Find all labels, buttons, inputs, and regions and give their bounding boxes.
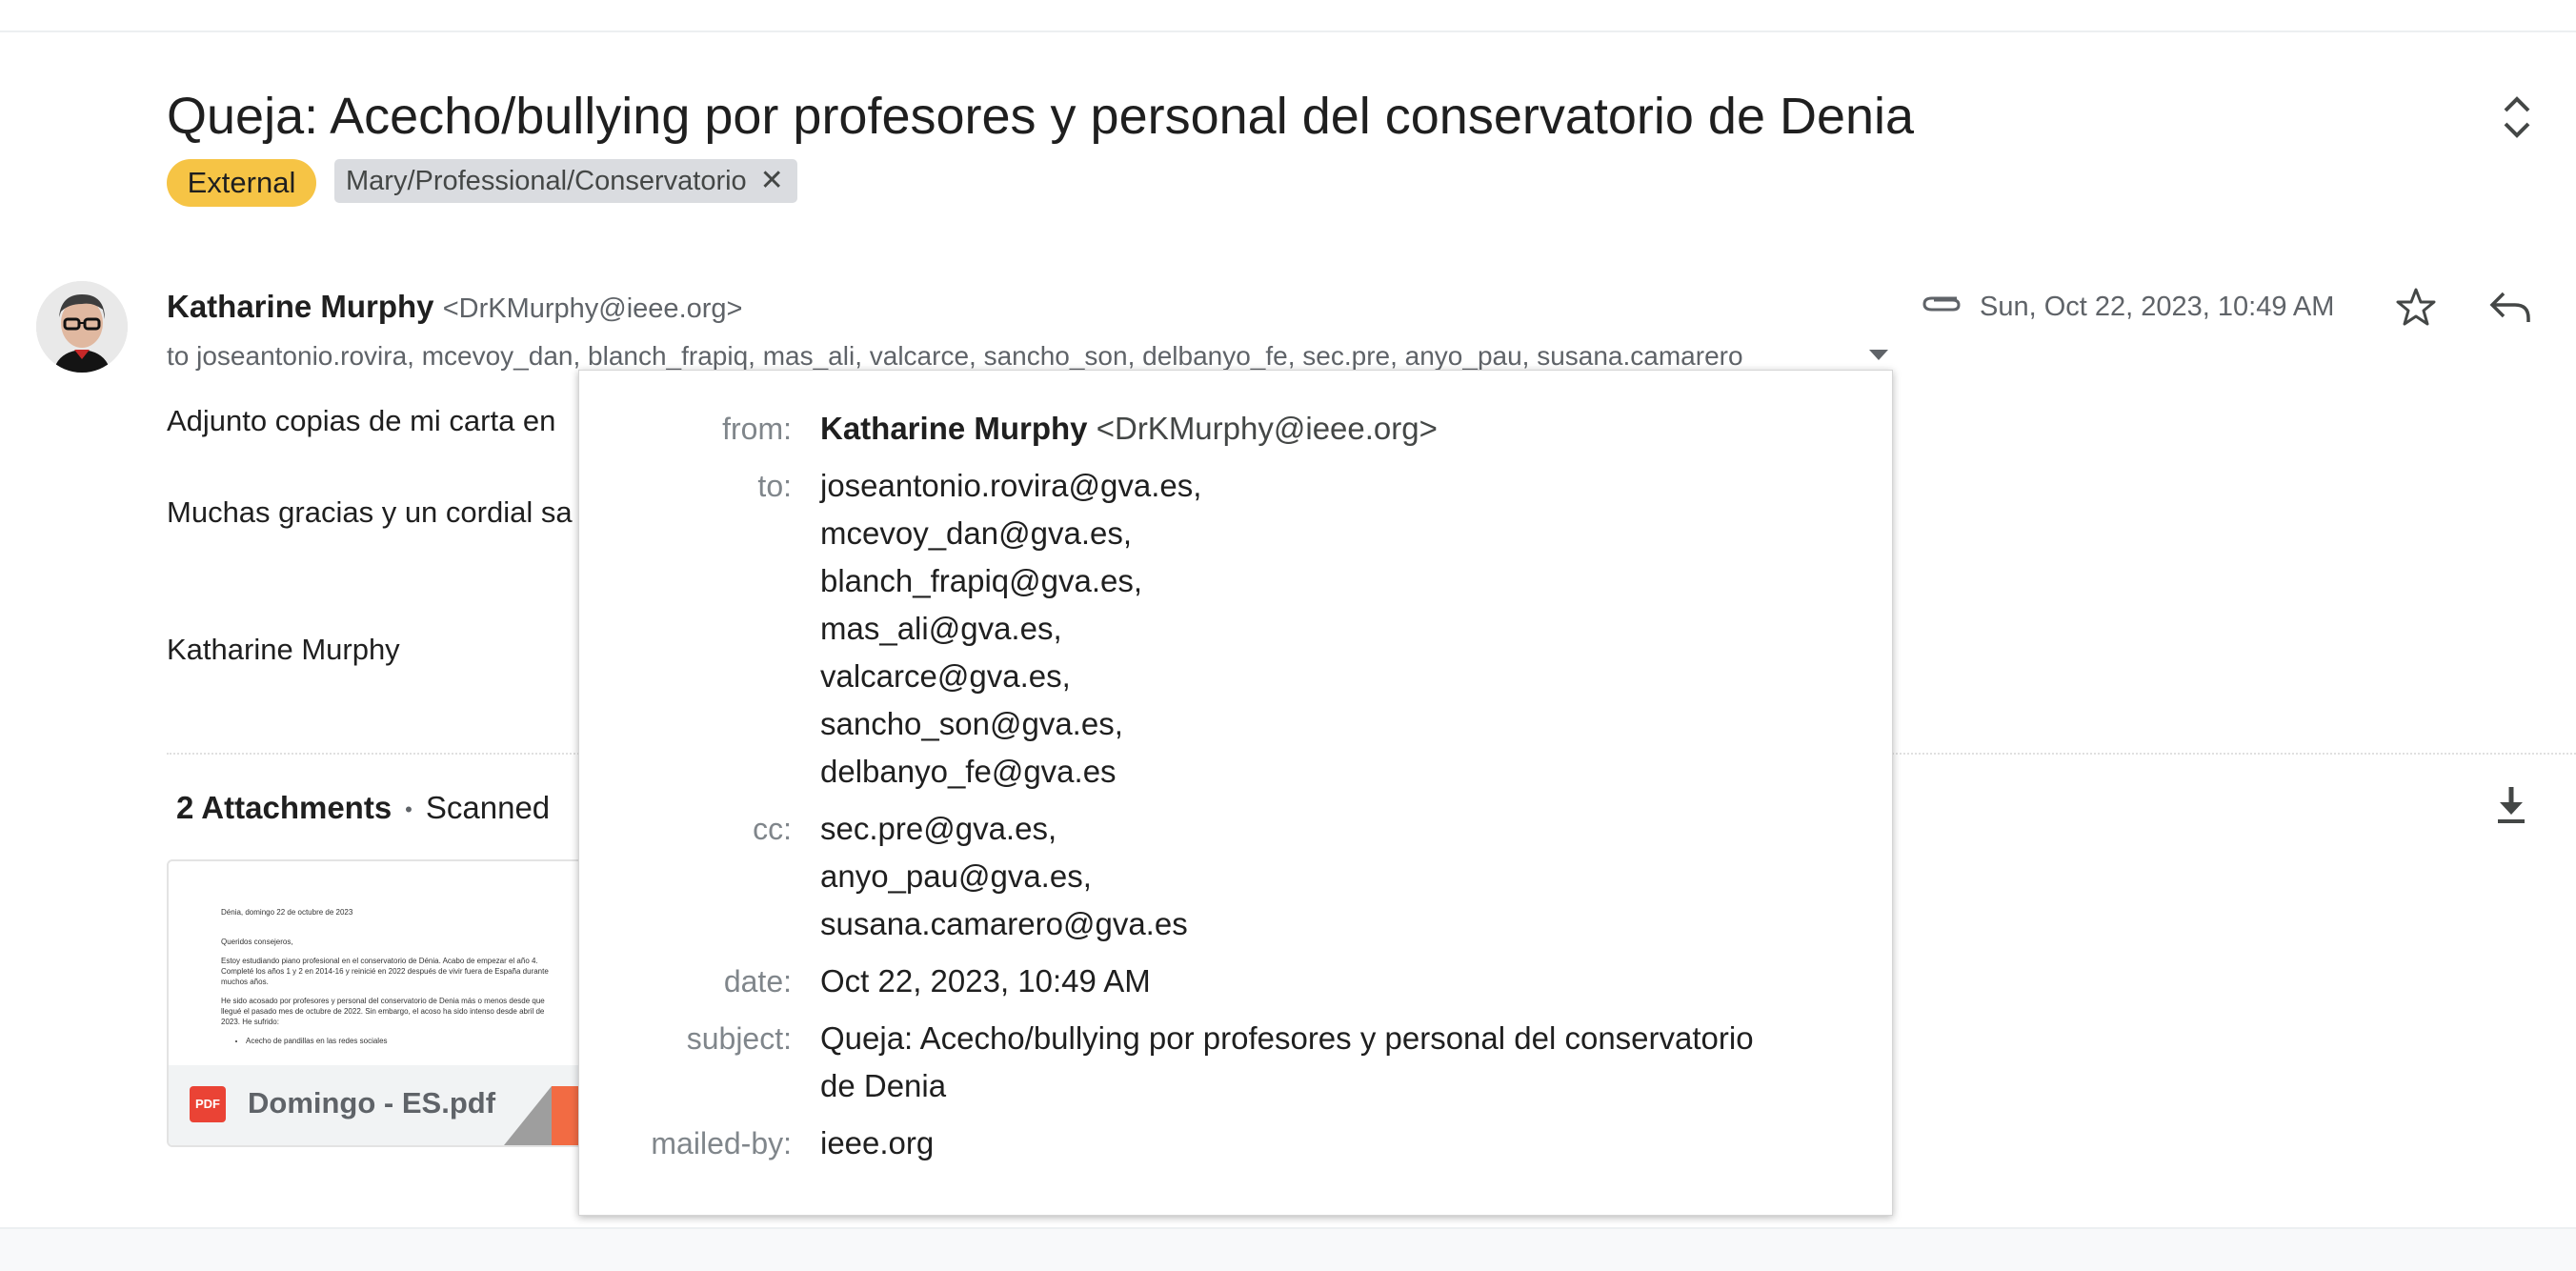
avatar[interactable]	[36, 281, 128, 373]
folder-label-chip[interactable]: Mary/Professional/Conservatorio ✕	[334, 159, 797, 203]
top-divider	[0, 30, 2576, 32]
popup-sender-email: <DrKMurphy@ieee.org>	[1096, 411, 1438, 446]
date-label: date:	[723, 964, 792, 999]
attachments-scan-text: Scanned	[425, 790, 551, 825]
page-fold	[504, 1086, 552, 1145]
chevron-down-icon[interactable]	[1869, 350, 1888, 360]
close-icon[interactable]: ✕	[760, 159, 784, 203]
cc-list: sec.pre@gva.es, anyo_pau@gva.es, susana.…	[820, 805, 1188, 948]
sender-line: Katharine Murphy <DrKMurphy@ieee.org>	[167, 286, 742, 330]
star-icon[interactable]	[2393, 284, 2439, 330]
attachments-count: 2 Attachments	[176, 790, 392, 825]
attachment-preview: Dénia, domingo 22 de octubre de 2023 Que…	[221, 907, 564, 1046]
subject-line-1: Queja: Acecho/bullying por profesores y …	[820, 1020, 1754, 1056]
cc-address: anyo_pau@gva.es,	[820, 858, 1092, 894]
subject-label: subject:	[686, 1021, 792, 1056]
preview-greeting: Queridos consejeros,	[221, 938, 293, 946]
download-icon[interactable]	[2490, 783, 2532, 827]
paperclip-icon	[1922, 296, 1961, 312]
email-subject: Queja: Acecho/bullying por profesores y …	[167, 88, 1915, 145]
subject-value: Queja: Acecho/bullying por profesores y …	[820, 1015, 1754, 1110]
attachment-file-name[interactable]: Domingo - ES.pdf	[248, 1082, 495, 1124]
separator-dot: •	[405, 797, 413, 822]
pdf-icon: PDF	[190, 1086, 226, 1122]
popup-sender-name: Katharine Murphy	[820, 411, 1088, 446]
attachments-header: 2 Attachments • Scanned	[176, 787, 550, 831]
to-label: to:	[757, 469, 792, 503]
expand-collapse-icon[interactable]	[2496, 91, 2538, 143]
preview-para-2: He sido acosado por profesores y persona…	[221, 997, 545, 1026]
email-date: Sun, Oct 22, 2023, 10:49 AM	[1980, 292, 2335, 322]
cc-address: sec.pre@gva.es,	[820, 811, 1057, 846]
preview-date: Dénia, domingo 22 de octubre de 2023	[221, 908, 353, 917]
sender-name[interactable]: Katharine Murphy	[167, 289, 434, 324]
body-signature: Katharine Murphy	[167, 633, 400, 666]
mailed-by-value: ieee.org	[820, 1125, 935, 1160]
to-address: blanch_frapiq@gva.es,	[820, 563, 1143, 598]
to-address: delbanyo_fe@gva.es	[820, 754, 1117, 789]
date-value: Oct 22, 2023, 10:49 AM	[820, 963, 1151, 999]
bottom-band	[0, 1229, 2576, 1271]
to-address: sancho_son@gva.es,	[820, 706, 1123, 741]
sender-details-popup: from: Katharine Murphy <DrKMurphy@ieee.o…	[578, 370, 1893, 1216]
folder-label-text: Mary/Professional/Conservatorio	[346, 166, 747, 196]
from-label: from:	[722, 412, 792, 446]
reply-icon[interactable]	[2488, 288, 2532, 326]
to-address: mcevoy_dan@gva.es,	[820, 515, 1133, 551]
to-address: joseantonio.rovira@gva.es,	[820, 468, 1202, 503]
to-address: mas_ali@gva.es,	[820, 611, 1062, 646]
attachment-card[interactable]: Dénia, domingo 22 de octubre de 2023 Que…	[167, 859, 599, 1147]
to-list: joseantonio.rovira@gva.es, mcevoy_dan@gv…	[820, 462, 1201, 796]
mailed-by-label: mailed-by:	[651, 1126, 792, 1160]
sender-email: <DrKMurphy@ieee.org>	[442, 293, 743, 324]
preview-para-1: Estoy estudiando piano profesional en el…	[221, 957, 549, 986]
body-line-2: Muchas gracias y un cordial sa	[167, 495, 573, 529]
preview-bullet: Acecho de pandillas en las redes sociale…	[246, 1036, 564, 1046]
body-line-1: Adjunto copias de mi carta en	[167, 404, 556, 437]
to-address: valcarce@gva.es,	[820, 658, 1071, 694]
cc-label: cc:	[753, 812, 792, 846]
subject-line-2: de Denia	[820, 1068, 947, 1103]
external-badge: External	[167, 159, 316, 207]
from-value: Katharine Murphy <DrKMurphy@ieee.org>	[820, 405, 1438, 453]
cc-address: susana.camarero@gva.es	[820, 906, 1188, 941]
